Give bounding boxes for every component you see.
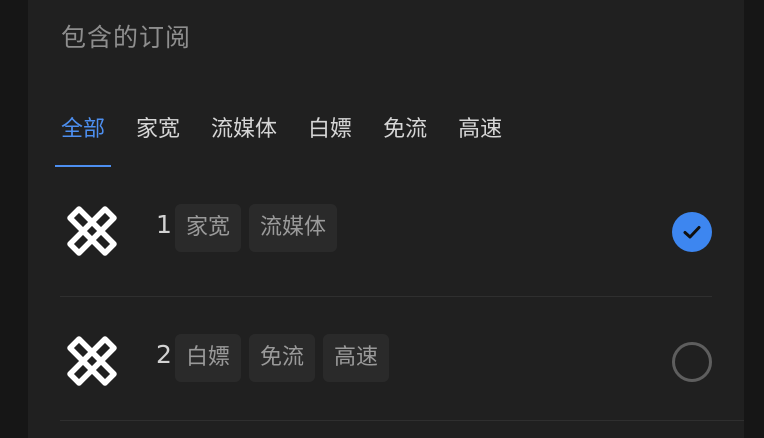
- checkmark-icon: [683, 226, 701, 239]
- select-checkbox-unchecked[interactable]: [672, 342, 712, 382]
- subscription-number: 2: [156, 340, 172, 369]
- subscription-number: 1: [156, 210, 172, 239]
- tab-data-free[interactable]: 免流: [383, 110, 427, 168]
- tab-free[interactable]: 白嫖: [308, 110, 352, 168]
- tag-chip: 流媒体: [249, 204, 338, 252]
- tag-chip: 高速: [323, 334, 390, 382]
- tab-all[interactable]: 全部: [54, 110, 112, 168]
- select-checkbox-checked[interactable]: [672, 212, 712, 252]
- section-title: 包含的订阅: [61, 23, 192, 52]
- tag-chip: 家宽: [175, 204, 242, 252]
- tab-high-speed[interactable]: 高速: [458, 110, 502, 168]
- tag-chip: 白嫖: [175, 334, 242, 382]
- subscription-row[interactable]: 1 家宽 流媒体: [61, 182, 712, 282]
- tag-list: 白嫖 免流 高速: [175, 334, 397, 382]
- category-tabs: 全部 家宽 流媒体 白嫖 免流 高速: [54, 110, 533, 168]
- tab-streaming[interactable]: 流媒体: [211, 110, 277, 168]
- row-divider: [60, 420, 744, 421]
- knot-logo-icon: [67, 336, 117, 386]
- subscription-panel: 包含的订阅 全部 家宽 流媒体 白嫖 免流 高速 1 家宽 流媒体 2 白嫖 免…: [28, 0, 744, 438]
- tag-chip: 免流: [249, 334, 316, 382]
- row-divider: [60, 296, 712, 297]
- knot-logo-icon: [67, 206, 117, 256]
- tab-home-broadband[interactable]: 家宽: [136, 110, 180, 168]
- subscription-row[interactable]: 2 白嫖 免流 高速: [61, 312, 712, 412]
- tag-list: 家宽 流媒体: [175, 204, 345, 252]
